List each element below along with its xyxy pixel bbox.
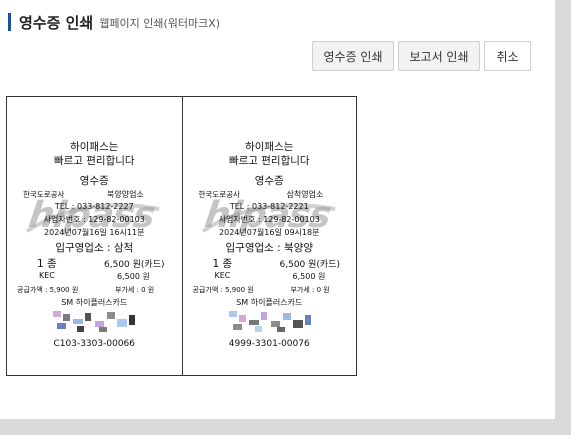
business-number: 사업자번호 : 129-82-00103 [43, 215, 145, 224]
business-number: 사업자번호 : 129-82-00103 [218, 215, 320, 224]
slogan-line-2: 빠르고 편리합니다 [53, 155, 135, 167]
supply-amount: 공급가액 : 5,900 원 [192, 286, 254, 294]
issuer-name: KEC [39, 271, 55, 280]
dialog-subtitle: 웹페이지 인쇄(워터마크X) [99, 17, 221, 30]
entry-office: 입구영업소 : 삼척 [55, 242, 134, 254]
company-name: 한국도로공사 [198, 190, 240, 199]
dialog-header: 영수증 인쇄 웹페이지 인쇄(워터마크X) [8, 10, 220, 34]
vehicle-class: 1 종 [212, 258, 233, 270]
issuer-amount: 6,500 원 [117, 272, 150, 281]
receipt-card: hipass 하이패스는 빠르고 편리합니다 영수증 한국도로공사 북양양업소 … [7, 97, 182, 375]
serial-number: 4999-3301-00076 [228, 339, 310, 349]
office-name: 북양양업소 [107, 190, 144, 199]
company-name: 한국도로공사 [23, 190, 65, 199]
dialog-title: 영수증 인쇄 [19, 13, 94, 32]
receipt-title: 영수증 [79, 175, 109, 187]
receipt-card: hipass 하이패스는 빠르고 편리합니다 영수증 한국도로공사 삼척영업소 … [181, 97, 357, 375]
transaction-datetime: 2024년07월16일 09시18분 [219, 228, 320, 237]
redacted-card-number [228, 311, 311, 333]
slogan-line-1: 하이패스는 [245, 141, 294, 153]
vat-amount: 부가세 : 0 원 [115, 286, 155, 294]
print-report-button[interactable]: 보고서 인쇄 [398, 41, 480, 71]
phone-number: TEL : 033-812-2221 [229, 202, 309, 211]
vehicle-class: 1 종 [37, 258, 57, 270]
toll-amount: 6,500 원(카드) [104, 260, 165, 270]
slogan-line-1: 하이패스는 [70, 141, 119, 153]
issuer-amount: 6,500 원 [292, 272, 326, 281]
title-accent-bar [8, 13, 11, 31]
slogan-line-2: 빠르고 편리합니다 [228, 155, 310, 167]
receipt-preview: hipass 하이패스는 빠르고 편리합니다 영수증 한국도로공사 북양양업소 … [6, 96, 357, 376]
phone-number: TEL : 033-812-2227 [54, 202, 134, 211]
office-name: 삼척영업소 [286, 190, 324, 199]
redacted-card-number [53, 311, 135, 333]
entry-office: 입구영업소 : 북양양 [225, 242, 314, 254]
issuer-name: KEC [214, 271, 231, 280]
print-receipt-button[interactable]: 영수증 인쇄 [312, 41, 394, 71]
toll-amount: 6,500 원(카드) [279, 260, 341, 270]
card-type: SM 하이플러스카드 [236, 298, 303, 307]
transaction-datetime: 2024년07월16일 16시11분 [44, 228, 145, 237]
supply-amount: 공급가액 : 5,900 원 [17, 286, 79, 294]
cancel-button[interactable]: 취소 [484, 41, 531, 71]
print-dialog-panel: 영수증 인쇄 웹페이지 인쇄(워터마크X) 영수증 인쇄 보고서 인쇄 취소 h… [0, 0, 555, 419]
vat-amount: 부가세 : 0 원 [290, 286, 330, 294]
card-type: SM 하이플러스카드 [61, 298, 128, 307]
receipt-title: 영수증 [254, 175, 284, 187]
serial-number: C103-3303-00066 [53, 339, 136, 349]
